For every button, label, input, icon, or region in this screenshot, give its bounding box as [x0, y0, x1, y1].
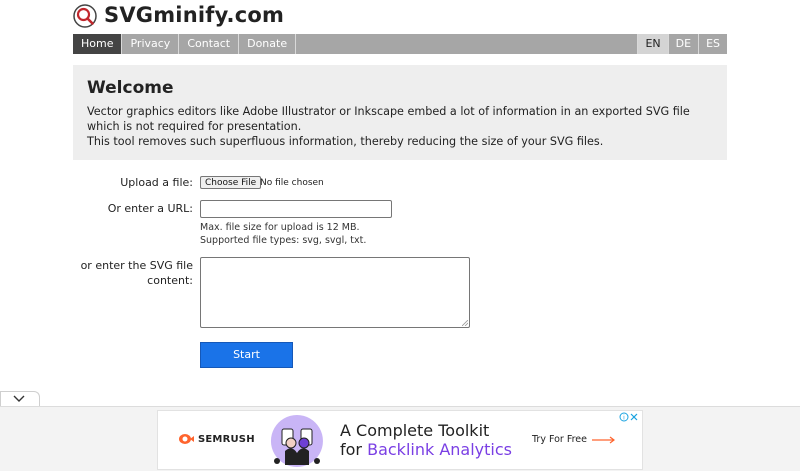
nav-item-donate[interactable]: Donate — [239, 34, 297, 54]
ad-banner[interactable]: SEMRUSH A Complete Toolkit for Backlink … — [157, 410, 643, 470]
hint-max-size: Max. file size for upload is 12 MB. — [200, 222, 360, 233]
welcome-heading: Welcome — [87, 78, 174, 98]
url-input[interactable] — [200, 200, 392, 218]
file-status: No file chosen — [260, 178, 324, 188]
ad-headline-line1: A Complete Toolkit — [340, 421, 490, 440]
ad-cta[interactable]: Try For Free — [532, 434, 616, 445]
choose-file-button[interactable]: Choose File — [200, 176, 262, 189]
ad-cta-label: Try For Free — [532, 434, 587, 445]
semrush-flame-icon — [179, 434, 194, 444]
lang-es[interactable]: ES — [698, 34, 727, 54]
nav-item-privacy[interactable]: Privacy — [122, 34, 180, 54]
nav-links: Home Privacy Contact Donate — [73, 34, 297, 54]
site-header: SVGminify.com — [73, 3, 733, 32]
welcome-box: Welcome Vector graphics editors like Ado… — [73, 65, 727, 160]
content-label: or enter the SVG file content: — [80, 259, 193, 287]
welcome-text-line1: Vector graphics editors like Adobe Illus… — [87, 105, 690, 133]
arrow-right-icon — [591, 436, 615, 443]
ad-headline-accent: Backlink Analytics — [367, 440, 512, 459]
ad-choices[interactable]: i — [619, 412, 639, 422]
lang-de[interactable]: DE — [667, 34, 698, 54]
hint-file-types: Supported file types: svg, svgl, txt. — [200, 235, 367, 246]
site-title[interactable]: SVGminify.com — [104, 3, 284, 27]
nav-item-home[interactable]: Home — [73, 34, 123, 54]
resize-grip-icon[interactable] — [462, 320, 468, 326]
collapse-ad-tab[interactable] — [0, 391, 40, 407]
chevron-down-icon — [13, 395, 25, 402]
lang-en[interactable]: EN — [637, 34, 668, 54]
start-button[interactable]: Start — [200, 342, 293, 368]
close-icon[interactable] — [629, 412, 639, 422]
welcome-text-line2: This tool removes such superfluous infor… — [87, 135, 604, 148]
svg-content-textarea[interactable] — [200, 257, 470, 328]
ad-headline-line2: for Backlink Analytics — [340, 440, 512, 459]
nav-item-contact[interactable]: Contact — [179, 34, 240, 54]
ad-brand: SEMRUSH — [177, 433, 255, 445]
ad-illustration-icon — [269, 415, 325, 467]
url-label: Or enter a URL: — [107, 202, 193, 215]
language-switcher: EN DE ES — [637, 34, 727, 54]
ad-headline: A Complete Toolkit for Backlink Analytic… — [340, 421, 512, 459]
adchoices-icon[interactable]: i — [619, 412, 629, 422]
ad-brand-name: SEMRUSH — [198, 433, 255, 445]
magnifier-icon[interactable] — [73, 4, 97, 28]
main-navbar: Home Privacy Contact Donate EN DE ES — [73, 34, 727, 54]
ad-headline-prefix: for — [340, 440, 368, 459]
upload-label: Upload a file: — [120, 176, 193, 189]
